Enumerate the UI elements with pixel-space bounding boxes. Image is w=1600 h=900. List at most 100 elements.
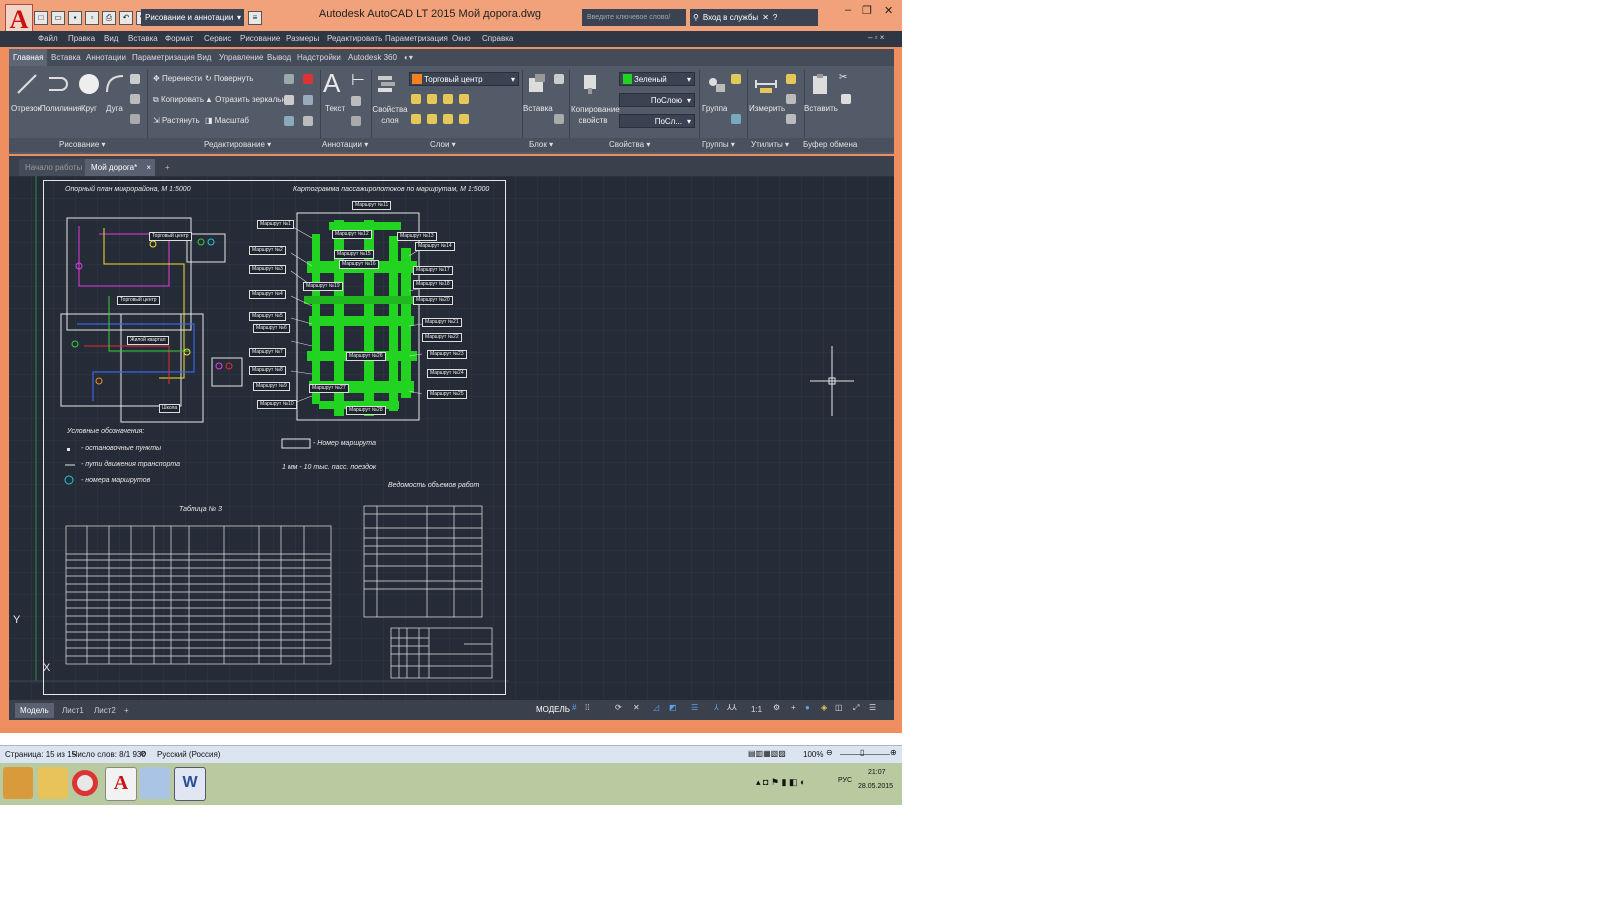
linetype-dropdown[interactable]: ПоСл... ▾ xyxy=(619,114,695,128)
layer-freeze-icon[interactable] xyxy=(427,94,437,104)
menu-help[interactable]: Справка xyxy=(482,34,513,43)
zoom-out-button[interactable]: ⊖ xyxy=(826,748,833,757)
ribbon-tab-output[interactable]: Вывод xyxy=(267,53,291,62)
file-tab-start[interactable]: Начало работы xyxy=(19,159,89,176)
word-language[interactable]: Русский (Россия) xyxy=(157,750,220,759)
annotation-scale-value[interactable]: 1:1 xyxy=(751,705,762,714)
explode-icon[interactable] xyxy=(303,95,313,105)
rectangle-icon[interactable] xyxy=(130,74,140,84)
view-buttons[interactable]: ▤▥▦▧▨ xyxy=(748,749,786,758)
menu-tools[interactable]: Сервис xyxy=(204,34,231,43)
text-icon[interactable]: A xyxy=(323,68,340,99)
tray-icons[interactable]: ▴ ◘ ⚑ ▮ ◧ ◐ xyxy=(756,777,805,788)
hatch-icon[interactable] xyxy=(130,94,140,104)
insert-block-icon[interactable] xyxy=(525,72,549,96)
panel-title-clipboard[interactable]: Буфер обмена xyxy=(803,140,857,149)
word-word-count[interactable]: Число слов: 8/1 930 xyxy=(72,750,146,759)
panel-title-block[interactable]: Блок ▾ xyxy=(529,140,553,149)
panel-title-properties[interactable]: Свойства ▾ xyxy=(609,140,650,149)
minimize-button[interactable]: – xyxy=(845,4,851,16)
input-language[interactable]: РУС xyxy=(838,777,852,784)
new-file-icon[interactable]: □ xyxy=(34,11,48,25)
color-dropdown[interactable]: Зеленый ▾ xyxy=(619,72,695,86)
table-icon[interactable] xyxy=(130,114,140,124)
group-icon[interactable] xyxy=(705,72,729,96)
panel-title-draw[interactable]: Рисование ▾ xyxy=(59,140,106,149)
group-edit-icon[interactable] xyxy=(731,114,741,124)
grid-toggle-icon[interactable]: # xyxy=(572,703,576,712)
edit-block-icon[interactable] xyxy=(554,114,564,124)
dimension-icon[interactable]: ⊢ xyxy=(351,70,365,90)
plot-icon[interactable]: ⎙ xyxy=(102,11,116,25)
calculator-icon[interactable] xyxy=(786,114,796,124)
panel-title-utilities[interactable]: Утилиты ▾ xyxy=(751,140,789,149)
leader-icon[interactable] xyxy=(351,96,361,106)
ribbon-tab-addins[interactable]: Надстройки xyxy=(297,53,341,62)
lineweight-toggle-icon[interactable]: ☰ xyxy=(691,703,698,712)
ribbon-tab-a360[interactable]: Autodesk 360 xyxy=(348,53,397,62)
circle-icon[interactable] xyxy=(77,72,101,96)
scale-tool[interactable]: ◨ Масштаб xyxy=(205,116,249,125)
word-zoom[interactable]: 100% xyxy=(803,750,823,759)
otrack-toggle-icon[interactable]: ◩ xyxy=(669,703,677,712)
zoom-slider[interactable] xyxy=(840,754,890,755)
menu-modify[interactable]: Редактировать xyxy=(327,34,382,43)
layer-properties-icon[interactable] xyxy=(375,72,399,96)
polyline-icon[interactable] xyxy=(45,72,69,96)
paste-icon[interactable] xyxy=(809,72,833,96)
fullscreen-icon[interactable]: ⤢ xyxy=(853,703,859,713)
text-tool-label[interactable]: Текст xyxy=(325,104,345,113)
hardware-accel-icon[interactable]: ◈ xyxy=(821,703,827,712)
help-search-input[interactable]: Введите ключевое слово/фразу xyxy=(582,9,686,38)
ribbon-tab-annotate[interactable]: Аннотации xyxy=(86,53,126,62)
word-icon[interactable]: W xyxy=(174,767,206,801)
rotate-tool[interactable]: ↻ Повернуть xyxy=(205,74,253,83)
ribbon-tab-view[interactable]: Вид xyxy=(197,53,211,62)
menu-parametric[interactable]: Параметризация xyxy=(385,34,448,43)
annotation-scale-icon[interactable]: ⅄ xyxy=(714,703,719,712)
copy-tool[interactable]: ⧉ Копировать xyxy=(153,95,204,105)
mirror-tool[interactable]: ▲ Отразить зеркально xyxy=(205,95,290,104)
panel-title-annotation[interactable]: Аннотации ▾ xyxy=(322,140,368,149)
cut-icon[interactable]: ✂ xyxy=(839,72,847,83)
ribbon-tab-insert[interactable]: Вставка xyxy=(51,53,81,62)
ribbon-toggle-icon[interactable]: ◐▾ xyxy=(404,53,413,62)
insert-block-label[interactable]: Вставка xyxy=(523,104,553,113)
isolate-icon[interactable]: ● xyxy=(805,703,810,712)
clean-screen-icon[interactable]: ◫ xyxy=(835,703,843,712)
layer-isolate-icon[interactable] xyxy=(427,114,437,124)
paste-label[interactable]: Вставить xyxy=(804,104,838,113)
array-icon[interactable] xyxy=(284,116,294,126)
layer-match-icon[interactable] xyxy=(411,114,421,124)
match-properties-label[interactable]: Копирование свойств xyxy=(571,104,620,126)
menu-edit[interactable]: Правка xyxy=(68,34,95,43)
close-icon[interactable]: × xyxy=(146,159,151,176)
layer-off-icon[interactable] xyxy=(459,94,469,104)
menu-file[interactable]: Файл xyxy=(38,34,58,43)
zoom-slider-thumb[interactable]: ▯ xyxy=(860,748,864,757)
help-icon[interactable]: ? xyxy=(773,9,777,26)
stretch-tool[interactable]: ⇲ Растянуть xyxy=(153,116,200,125)
autocad-taskbar-icon[interactable]: A xyxy=(105,767,137,801)
layout-tab-sheet2[interactable]: Лист2 xyxy=(89,703,121,718)
create-block-icon[interactable] xyxy=(554,74,564,84)
layout-tab-model[interactable]: Модель xyxy=(15,703,54,718)
add-layout-button[interactable]: + xyxy=(119,703,134,718)
model-space-toggle[interactable]: МОДЕЛЬ xyxy=(536,705,570,714)
annotation-table-icon[interactable] xyxy=(351,116,361,126)
fillet-icon[interactable] xyxy=(284,95,294,105)
exchange-icon[interactable]: ✕ xyxy=(762,9,769,26)
menu-window[interactable]: Окно xyxy=(452,34,471,43)
clock-date[interactable]: 28.05.2015 xyxy=(858,783,893,790)
layer-lock-icon[interactable] xyxy=(443,94,453,104)
ribbon-tab-home[interactable]: Главная xyxy=(9,49,48,66)
polar-toggle-icon[interactable]: ✕ xyxy=(633,703,640,712)
menu-dimension[interactable]: Размеры xyxy=(286,34,319,43)
layer-properties-label[interactable]: Свойства слоя xyxy=(371,104,409,126)
open-file-icon[interactable]: ▭ xyxy=(51,11,65,25)
ungroup-icon[interactable] xyxy=(731,74,741,84)
save-icon[interactable]: ▪ xyxy=(68,11,82,25)
undo-icon[interactable]: ↶ xyxy=(119,11,133,25)
signin-area[interactable]: ⚲ Вход в службы ✕ ? xyxy=(690,9,818,26)
word-page-count[interactable]: Страница: 15 из 15 xyxy=(5,750,76,759)
